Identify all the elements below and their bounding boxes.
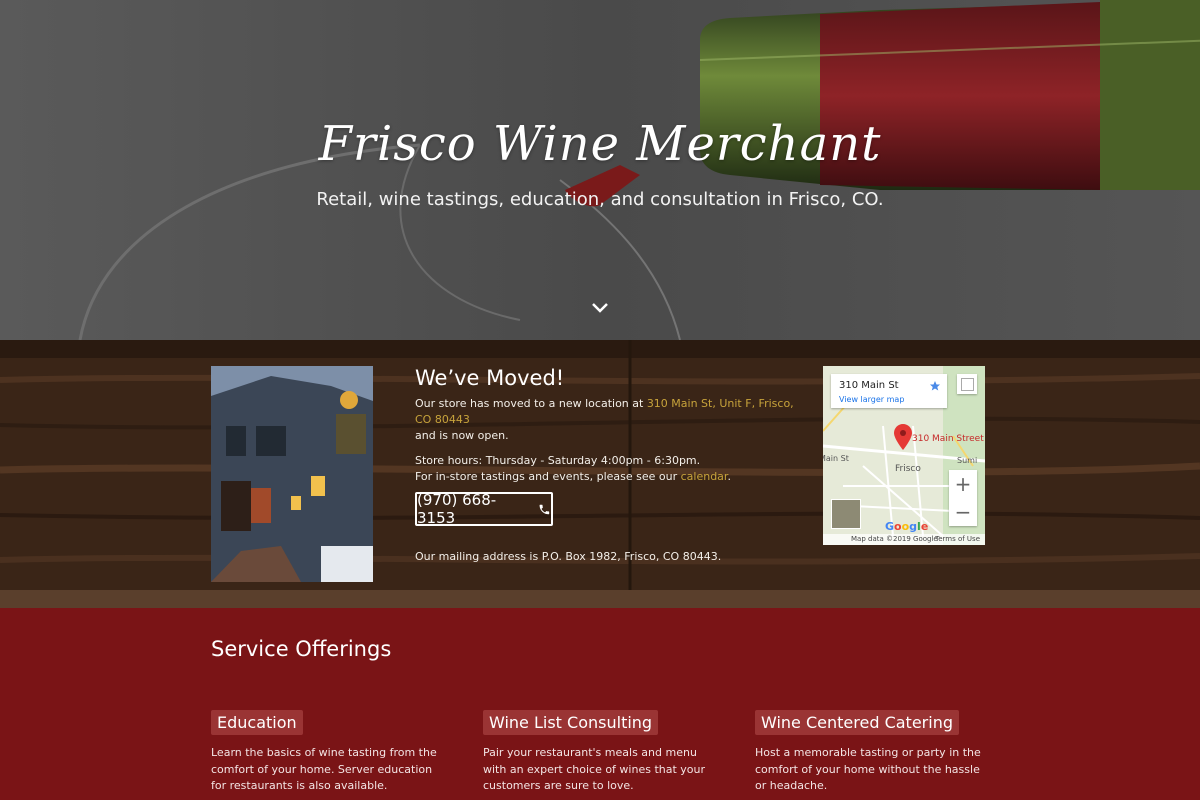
phone-icon bbox=[539, 504, 550, 514]
hero-banner: Frisco Wine Merchant Retail, wine tastin… bbox=[0, 0, 1200, 340]
service-text: Host a memorable tasting or party in the… bbox=[755, 746, 981, 792]
moved-text: Our store has moved to a new location at… bbox=[415, 396, 805, 444]
map-pin-label: 310 Main Street bbox=[912, 434, 984, 444]
service-wine-centered-catering: Wine Centered Catering Host a memorable … bbox=[755, 710, 985, 795]
google-map[interactable]: 310 Main St View larger map 310 Main Str… bbox=[823, 366, 985, 545]
map-pin-icon[interactable] bbox=[894, 424, 912, 450]
events-text-end: . bbox=[727, 470, 731, 483]
phone-number: (970) 668-3153 bbox=[417, 491, 497, 527]
service-wine-list-consulting: Wine List Consulting Pair your restauran… bbox=[483, 710, 713, 795]
site-tagline: Retail, wine tastings, education, and co… bbox=[316, 189, 884, 210]
mailing-address: Our mailing address is P.O. Box 1982, Fr… bbox=[415, 550, 722, 563]
map-info-card: 310 Main St View larger map bbox=[831, 374, 947, 408]
service-title: Wine List Consulting bbox=[483, 710, 659, 735]
service-title: Wine Centered Catering bbox=[755, 710, 959, 735]
chevron-down-icon[interactable] bbox=[589, 297, 611, 319]
store-hours: Store hours: Thursday - Saturday 4:00pm … bbox=[415, 454, 701, 467]
phone-button[interactable]: (970) 668-3153 bbox=[415, 491, 553, 527]
map-street-label: Main St bbox=[823, 454, 849, 463]
terms-of-use-link[interactable]: Terms of Use bbox=[935, 535, 980, 543]
view-larger-map-link[interactable]: View larger map bbox=[839, 395, 904, 404]
map-zoom-controls: + − bbox=[949, 470, 977, 526]
service-text: Pair your restaurant's meals and menu wi… bbox=[483, 746, 706, 792]
calendar-link[interactable]: calendar bbox=[681, 470, 728, 483]
zoom-out-button[interactable]: − bbox=[949, 498, 977, 526]
map-footer: Map data ©2019 Google Terms of Use bbox=[823, 534, 985, 545]
moved-text-suffix: and is now open. bbox=[415, 429, 509, 442]
store-photo bbox=[211, 366, 373, 582]
moved-text-prefix: Our store has moved to a new location at bbox=[415, 397, 647, 410]
map-side-label: Sumi bbox=[957, 456, 978, 465]
google-logo: Google bbox=[885, 520, 929, 533]
services-heading: Service Offerings bbox=[211, 637, 392, 661]
services-section: Service Offerings Education Learn the ba… bbox=[0, 608, 1200, 800]
star-icon[interactable] bbox=[929, 380, 941, 392]
service-text: Learn the basics of wine tasting from th… bbox=[211, 746, 437, 792]
site-title: Frisco Wine Merchant bbox=[318, 116, 882, 172]
moved-notice: We’ve Moved! Our store has moved to a ne… bbox=[415, 365, 805, 485]
service-title: Education bbox=[211, 710, 303, 735]
map-address: 310 Main St bbox=[839, 380, 899, 391]
service-education: Education Learn the basics of wine tasti… bbox=[211, 710, 441, 795]
map-data-text: Map data ©2019 Google bbox=[851, 535, 938, 543]
zoom-in-button[interactable]: + bbox=[949, 470, 977, 498]
fullscreen-icon[interactable] bbox=[957, 374, 977, 394]
events-text: For in-store tastings and events, please… bbox=[415, 470, 681, 483]
satellite-thumbnail[interactable] bbox=[831, 499, 861, 529]
moved-heading: We’ve Moved! bbox=[415, 366, 565, 390]
map-town-label: Frisco bbox=[895, 464, 921, 474]
store-hours-text: Store hours: Thursday - Saturday 4:00pm … bbox=[415, 453, 805, 485]
